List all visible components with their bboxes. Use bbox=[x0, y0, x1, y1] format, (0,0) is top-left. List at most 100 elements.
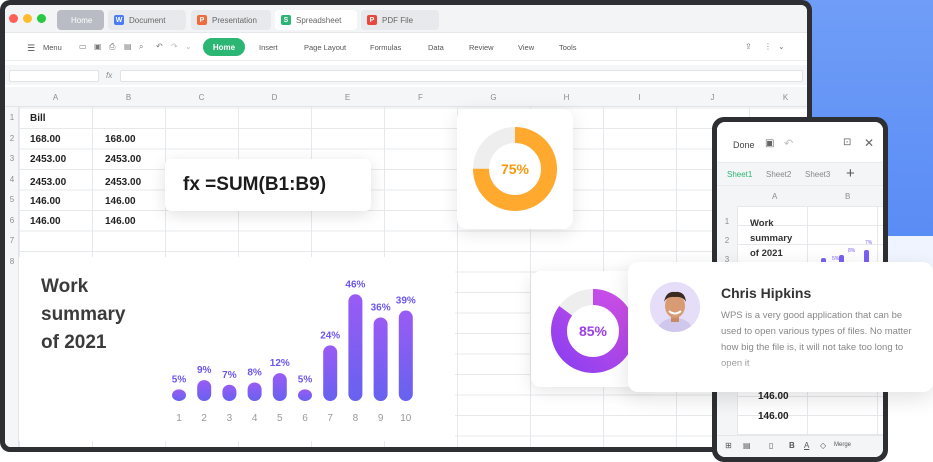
data-label-6: 5% bbox=[298, 374, 313, 385]
row-header-3[interactable]: 3 bbox=[5, 154, 19, 163]
row-header-4[interactable]: 4 bbox=[5, 175, 19, 184]
menu-button[interactable]: Menu bbox=[43, 43, 62, 52]
cell-b2[interactable]: 168.00 bbox=[105, 134, 136, 145]
spreadsheet-icon: S bbox=[281, 15, 291, 25]
fill-color-icon[interactable]: ◇ bbox=[820, 441, 826, 450]
print-icon[interactable]: ⎙ bbox=[109, 42, 115, 52]
data-label-7: 24% bbox=[320, 330, 340, 341]
ribbon-tab-data[interactable]: Data bbox=[428, 43, 444, 52]
donut-chart-orange: 75% bbox=[473, 127, 557, 211]
cell-b5[interactable]: 146.00 bbox=[105, 196, 136, 207]
tab-pdf-file[interactable]: P PDF File bbox=[361, 10, 439, 30]
share-icon[interactable]: ⇪ bbox=[745, 42, 752, 51]
summary-title: Work summary of 2021 bbox=[41, 276, 126, 353]
row-header-2[interactable]: 2 bbox=[5, 134, 19, 143]
column-header-g[interactable]: G bbox=[457, 93, 530, 102]
close-window-button[interactable] bbox=[9, 14, 18, 23]
column-header-i[interactable]: I bbox=[603, 93, 676, 102]
save-icon[interactable]: ▣ bbox=[94, 42, 102, 51]
more-options-icon[interactable]: ⋮ bbox=[764, 42, 772, 51]
undo-icon[interactable]: ↶ bbox=[156, 42, 163, 51]
minimize-window-button[interactable] bbox=[23, 14, 32, 23]
print-preview-icon[interactable]: ⌕ bbox=[139, 42, 143, 52]
grid-icon[interactable]: ⊞ bbox=[725, 441, 732, 450]
x-tick-5: 5 bbox=[277, 413, 283, 424]
tab-document[interactable]: W Document bbox=[108, 10, 186, 30]
column-header-j[interactable]: J bbox=[676, 93, 749, 102]
format-icon[interactable]: ▤ bbox=[743, 441, 751, 450]
bar-4 bbox=[247, 382, 262, 401]
cell-b3[interactable]: 2453.00 bbox=[105, 154, 141, 165]
sheet-tab-1[interactable]: Sheet1 bbox=[727, 170, 752, 179]
open-folder-icon[interactable]: ▭ bbox=[79, 42, 87, 51]
sheet-view-icon[interactable]: ⊡ bbox=[843, 137, 851, 148]
fx-label: fx bbox=[106, 71, 113, 80]
column-header-c[interactable]: C bbox=[165, 93, 238, 102]
row-header-6[interactable]: 6 bbox=[5, 216, 19, 225]
row-header-1[interactable]: 1 bbox=[5, 113, 19, 122]
phone-cell-value[interactable]: 146.00 bbox=[758, 411, 789, 422]
phone-cell-value[interactable]: 146.00 bbox=[758, 391, 789, 402]
close-icon[interactable]: ✕ bbox=[864, 136, 874, 150]
more-tools-chevron-icon[interactable]: ⌄ bbox=[185, 42, 192, 51]
bar-9 bbox=[373, 317, 388, 401]
bold-icon[interactable]: B bbox=[789, 441, 795, 450]
cell-b6[interactable]: 146.00 bbox=[105, 216, 136, 227]
pdf-icon: P bbox=[367, 15, 377, 25]
x-tick-10: 10 bbox=[400, 413, 412, 424]
add-sheet-icon[interactable]: + bbox=[846, 165, 855, 182]
cell-a4[interactable]: 2453.00 bbox=[30, 177, 66, 188]
ribbon-tab-review[interactable]: Review bbox=[469, 43, 494, 52]
tab-presentation[interactable]: P Presentation bbox=[191, 10, 271, 30]
ribbon-tab-view[interactable]: View bbox=[518, 43, 534, 52]
export-icon[interactable]: ▤ bbox=[124, 42, 132, 51]
row-header-5[interactable]: 5 bbox=[5, 195, 19, 204]
row-header-8[interactable]: 8 bbox=[5, 257, 19, 266]
sheet-tab-2[interactable]: Sheet2 bbox=[766, 170, 791, 179]
cell-b4[interactable]: 2453.00 bbox=[105, 177, 141, 188]
bar-8 bbox=[348, 294, 363, 401]
cell-a2[interactable]: 168.00 bbox=[30, 134, 61, 145]
column-header-b[interactable]: B bbox=[92, 93, 165, 102]
column-header-a[interactable]: A bbox=[19, 93, 92, 102]
phone-row: 2 bbox=[724, 236, 730, 245]
cell-a5[interactable]: 146.00 bbox=[30, 196, 61, 207]
column-header-f[interactable]: F bbox=[384, 93, 457, 102]
collapse-ribbon-chevron-icon[interactable]: ⌄ bbox=[778, 42, 785, 51]
cell-a6[interactable]: 146.00 bbox=[30, 216, 61, 227]
bar-10 bbox=[398, 310, 413, 401]
column-header-d[interactable]: D bbox=[238, 93, 311, 102]
ribbon-tab-home[interactable]: Home bbox=[203, 38, 245, 56]
ribbon-tab-insert[interactable]: Insert bbox=[259, 43, 278, 52]
x-tick-2: 2 bbox=[201, 413, 207, 424]
sheet-tab-3[interactable]: Sheet3 bbox=[805, 170, 830, 179]
row-header-7[interactable]: 7 bbox=[5, 236, 19, 245]
menu-bar: ☰ Menu ▭ ▣ ⎙ ▤ ⌕ ↶ ↷ ⌄ Home Insert Page … bbox=[5, 33, 807, 61]
ribbon-tab-formulas[interactable]: Formulas bbox=[370, 43, 401, 52]
redo-icon[interactable]: ↷ bbox=[171, 42, 178, 51]
column-header-k[interactable]: K bbox=[749, 93, 807, 102]
font-color-icon[interactable]: A bbox=[804, 441, 809, 450]
cell-a1[interactable]: Bill bbox=[30, 113, 46, 124]
ribbon-tab-tools[interactable]: Tools bbox=[559, 43, 577, 52]
maximize-window-button[interactable] bbox=[37, 14, 46, 23]
formula-input[interactable] bbox=[120, 70, 803, 82]
undo-icon[interactable]: ↶ bbox=[784, 137, 793, 150]
column-headers: ABCDEFGHIJK bbox=[5, 87, 807, 107]
tab-home[interactable]: Home bbox=[57, 10, 104, 30]
ribbon-tab-page-layout[interactable]: Page Layout bbox=[304, 43, 346, 52]
cell-a3[interactable]: 2453.00 bbox=[30, 154, 66, 165]
cell-style-icon[interactable]: ▯ bbox=[769, 441, 773, 450]
done-button[interactable]: Done bbox=[733, 140, 755, 150]
column-header-e[interactable]: E bbox=[311, 93, 384, 102]
merge-button[interactable]: Merge bbox=[834, 442, 851, 448]
bar-5 bbox=[272, 373, 287, 401]
hamburger-icon[interactable]: ☰ bbox=[27, 43, 35, 54]
column-header-h[interactable]: H bbox=[530, 93, 603, 102]
save-icon[interactable]: ▣ bbox=[765, 138, 774, 149]
tab-spreadsheet[interactable]: S Spreadsheet bbox=[275, 10, 357, 30]
donut-purple-label: 85% bbox=[579, 323, 608, 339]
x-tick-9: 9 bbox=[378, 413, 384, 424]
name-box[interactable] bbox=[9, 70, 99, 82]
bar-2 bbox=[197, 380, 212, 401]
